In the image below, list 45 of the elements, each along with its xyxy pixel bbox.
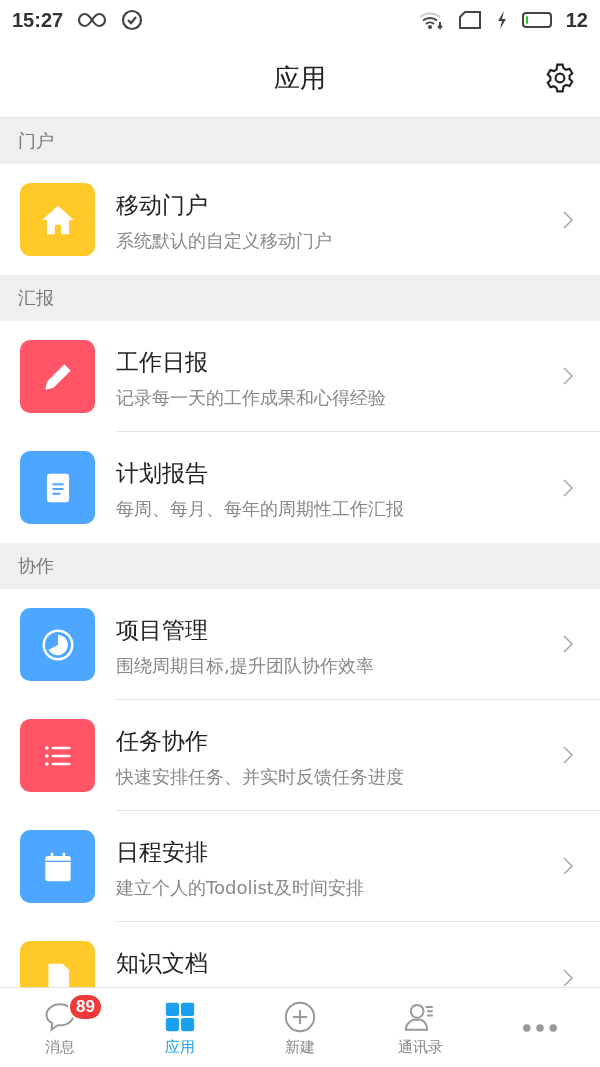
app-list-item[interactable]: 任务协作 快速安排任务、并实时反馈任务进度 [0, 700, 600, 811]
chevron-right-icon [562, 967, 574, 987]
chevron-right-icon [562, 209, 574, 230]
chevron-right-icon [562, 745, 574, 765]
app-list-item[interactable]: 项目管理 围绕周期目标,提升团队协作效率 [0, 589, 600, 700]
app-description: 记录每一天的工作成果和心得经验 [116, 386, 387, 410]
battery-level: 12 [565, 8, 588, 32]
check-circle-icon [121, 9, 144, 31]
unread-badge: 89 [68, 992, 103, 1021]
settings-icon[interactable] [544, 62, 576, 94]
chevron-right-icon [562, 366, 574, 386]
tab-bar-item[interactable]: 通讯录 [360, 988, 480, 1067]
app-description: 快速安排任务、并实时反馈任务进度 [116, 765, 405, 789]
app-list-item[interactable]: 日程安排 建立个人的Todolist及时间安排 [0, 811, 600, 922]
app-list-item[interactable]: 计划报告 每周、每月、每年的周期性工作汇报 [0, 432, 600, 543]
app-description: 系统默认的自定义移动门户 [116, 229, 333, 253]
page-title: 应用 [274, 62, 326, 95]
status-time: 15:27 [12, 8, 64, 32]
app-title: 移动门户 [116, 191, 209, 220]
charging-icon [495, 10, 508, 30]
app-description: 建立个人的Todolist及时间安排 [116, 876, 365, 900]
chevron-right-icon [562, 856, 574, 876]
app-description: 围绕周期目标,提升团队协作效率 [116, 654, 375, 678]
chevron-right-icon [562, 634, 574, 654]
more-icon [523, 1023, 557, 1032]
tab-bar-item[interactable]: 新建 [240, 988, 360, 1067]
app-description: 每周、每月、每年的周期性工作汇报 [116, 497, 405, 521]
add-circle-icon [283, 999, 317, 1034]
infinity-icon [77, 12, 108, 28]
app-list-item[interactable]: 工作日报 记录每一天的工作成果和心得经验 [0, 321, 600, 432]
section-title: 汇报 [18, 286, 54, 310]
app-title: 计划报告 [116, 459, 209, 488]
battery-icon [521, 12, 552, 28]
sim-card-icon [457, 10, 482, 30]
chevron-right-icon [562, 477, 574, 498]
tab-bar-item[interactable]: 89 消息 [0, 988, 120, 1067]
app-title: 知识文档 [116, 949, 209, 978]
app-title: 工作日报 [116, 348, 209, 377]
app-title: 项目管理 [116, 616, 209, 645]
app-list-item[interactable]: 移动门户 系统默认的自定义移动门户 [0, 164, 600, 275]
wifi-icon [417, 10, 444, 30]
app-title: 日程安排 [116, 838, 209, 867]
section-title: 协作 [18, 554, 54, 578]
app-title: 任务协作 [116, 727, 209, 756]
section-title: 门户 [18, 129, 54, 153]
